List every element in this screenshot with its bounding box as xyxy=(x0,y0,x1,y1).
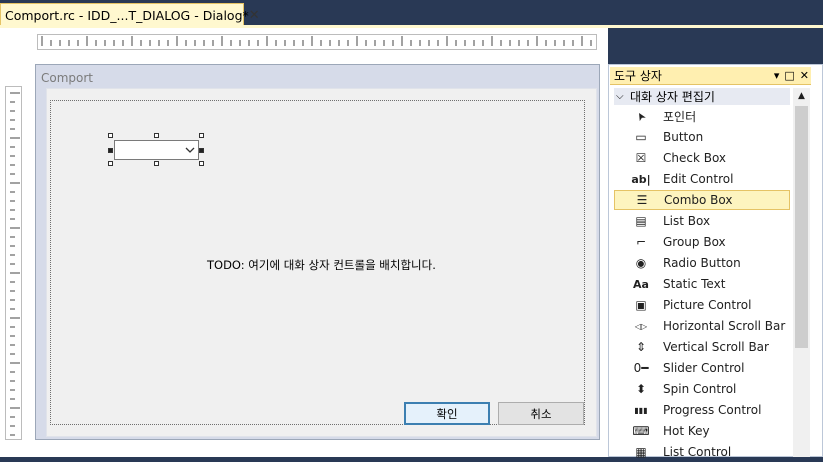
toolbox-item-label: Group Box xyxy=(663,235,726,249)
toolbox-item[interactable]: ➤ 포인터 xyxy=(614,106,790,126)
toolbox-item-label: 포인터 xyxy=(663,109,697,124)
dialog-title: Comport xyxy=(41,71,94,85)
toolbox-item-label: Static Text xyxy=(663,277,726,291)
toolbox-item[interactable]: ☰ Combo Box xyxy=(614,190,790,210)
toolbox-item[interactable]: ▤ List Box xyxy=(614,211,790,231)
toolbox-item-label: Horizontal Scroll Bar xyxy=(663,319,786,333)
toolbox-item-label: Spin Control xyxy=(663,382,737,396)
toolbox-item[interactable]: ▮▮▮ Progress Control xyxy=(614,400,790,420)
toolbox-item[interactable]: ▭ Button xyxy=(614,127,790,147)
toolbox-item[interactable]: Aa Static Text xyxy=(614,274,790,294)
resize-handle[interactable] xyxy=(154,161,159,166)
toolbox-item-label: Edit Control xyxy=(663,172,734,186)
document-tab-title: Comport.rc - IDD_...T_DIALOG - Dialog* xyxy=(5,7,249,23)
combo-box-icon: ☰ xyxy=(636,193,648,207)
static-text-icon: Aa xyxy=(633,277,649,291)
toolbox-item-label: Radio Button xyxy=(663,256,741,270)
spin-icon: ⬍ xyxy=(635,382,647,396)
vscrollbar-icon: ⇕ xyxy=(635,340,647,354)
toolbox-item[interactable]: ⇕ Vertical Scroll Bar xyxy=(614,337,790,357)
toolbox-item-label: Combo Box xyxy=(664,193,733,207)
resize-handle[interactable] xyxy=(108,148,113,153)
scrollbar-thumb[interactable] xyxy=(795,106,808,348)
document-tab[interactable]: Comport.rc - IDD_...T_DIALOG - Dialog* ✕ xyxy=(0,3,260,26)
toolbox-item-label: Vertical Scroll Bar xyxy=(663,340,769,354)
toolbox-item[interactable]: ▦ List Control xyxy=(614,442,790,462)
toolbox-item-label: List Box xyxy=(663,214,711,228)
toolbox-title: 도구 상자 xyxy=(614,69,662,83)
cancel-button[interactable]: 취소 xyxy=(498,402,584,425)
toolbox-item-label: Picture Control xyxy=(663,298,752,312)
group-box-icon: ⌐ xyxy=(635,235,647,249)
toolbox-item[interactable]: ⌨ Hot Key xyxy=(614,421,790,441)
toolbox-item[interactable]: ⬍ Spin Control xyxy=(614,379,790,399)
pointer-icon: ➤ xyxy=(633,108,649,124)
vertical-ruler[interactable] xyxy=(5,86,22,440)
tab-close-icon[interactable]: ✕ xyxy=(249,8,260,23)
ok-button[interactable]: 확인 xyxy=(404,402,490,425)
button-icon: ▭ xyxy=(635,130,647,144)
toolbox-item[interactable]: ▣ Picture Control xyxy=(614,295,790,315)
toolbox-item-label: Check Box xyxy=(663,151,727,165)
resize-handle[interactable] xyxy=(199,148,204,153)
chevron-down-icon: ⌵ xyxy=(616,91,624,102)
radio-button-icon: ◉ xyxy=(635,256,647,270)
slider-icon: 0━ xyxy=(633,361,649,375)
toolbox-item-label: Hot Key xyxy=(663,424,710,438)
scroll-up-button[interactable]: ▲ xyxy=(793,88,810,104)
dropdown-arrow-icon[interactable]: ▾ xyxy=(774,69,780,82)
hotkey-icon: ⌨ xyxy=(632,424,650,438)
resize-handle[interactable] xyxy=(199,161,204,166)
edit-control-icon: ab| xyxy=(631,172,651,186)
toolbox-item[interactable]: ⌐ Group Box xyxy=(614,232,790,252)
toolbox-item[interactable]: ◁▷ Horizontal Scroll Bar xyxy=(614,316,790,336)
resize-handle[interactable] xyxy=(108,161,113,166)
close-icon[interactable]: ✕ xyxy=(800,69,809,82)
progress-icon: ▮▮▮ xyxy=(634,405,648,415)
toolbox-group-header[interactable]: ⌵ 대화 상자 편집기 xyxy=(614,88,790,105)
toolbox-item[interactable]: ab| Edit Control xyxy=(614,169,790,189)
todo-static-text[interactable]: TODO: 여기에 대화 상자 컨트롤을 배치합니다. xyxy=(207,257,436,273)
resize-handle[interactable] xyxy=(108,133,113,138)
toolbox-item[interactable]: ☒ Check Box xyxy=(614,148,790,168)
toolbox-group-label: 대화 상자 편집기 xyxy=(630,90,715,104)
picture-control-icon: ▣ xyxy=(635,298,647,312)
resize-handle[interactable] xyxy=(154,133,159,138)
toolbox-item[interactable]: ◉ Radio Button xyxy=(614,253,790,273)
hscrollbar-icon: ◁▷ xyxy=(634,321,648,331)
toolbox-item[interactable]: 0━ Slider Control xyxy=(614,358,790,378)
toolbox-item-label: Slider Control xyxy=(663,361,745,375)
list-box-icon: ▤ xyxy=(635,214,647,228)
toolbox-item-label: Button xyxy=(663,130,704,144)
checkbox-icon: ☒ xyxy=(635,151,647,165)
horizontal-ruler[interactable] xyxy=(37,34,597,50)
resize-handle[interactable] xyxy=(199,133,204,138)
toolbox-header: 도구 상자 ▾ □ ✕ xyxy=(610,67,811,85)
maximize-icon[interactable]: □ xyxy=(784,69,794,82)
toolbox-item-label: Progress Control xyxy=(663,403,762,417)
chevron-down-icon xyxy=(185,147,195,153)
